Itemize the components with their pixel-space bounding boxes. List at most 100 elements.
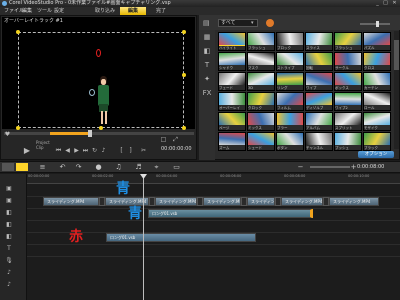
video-track-icon[interactable]: ▣ [4,185,14,193]
previous-frame-icon[interactable]: ◀ [64,147,71,154]
resize-handle[interactable] [182,126,186,130]
media-icon[interactable]: ▦ [202,32,212,42]
library-thumbnail[interactable]: ズーム [218,132,246,151]
music-track-icon[interactable]: ♪ [4,269,14,277]
undo-icon[interactable]: ↶ [58,163,67,171]
home-icon[interactable]: ⏮ [55,147,62,154]
title-track-icon[interactable]: T [4,245,14,253]
video-clip[interactable]: スライディング.MP4 [329,197,379,206]
library-thumbnail[interactable]: ミックス [247,112,275,131]
play-button[interactable]: ▶ [22,147,32,155]
video-track-icon[interactable]: ▣ [4,197,14,205]
menu-tools[interactable]: ツール [37,7,52,15]
library-thumbnail[interactable]: シャドウ [218,52,246,71]
mark-out-icon[interactable]: ] [127,147,134,154]
title-icon[interactable]: T [202,60,212,70]
repeat-icon[interactable]: ↻ [91,147,98,154]
video-clip[interactable]: スライディング.MP4 [203,197,241,206]
end-icon[interactable]: ⏭ [82,147,89,154]
library-thumbnail[interactable]: フラッシュ [334,32,362,51]
library-thumbnail[interactable]: ワイプ2 [334,92,362,111]
tracks-icon[interactable]: ≡ [38,163,47,171]
library-thumbnail[interactable]: ボタン [276,132,304,151]
library-thumbnail[interactable]: チャンネル [305,132,333,151]
thumbnail-size-slider[interactable] [360,23,390,25]
library-thumbnail[interactable]: ページ [218,112,246,131]
menu-file[interactable]: ファイル [4,7,24,15]
clip-trim-marker[interactable] [312,209,313,218]
library-thumbnail[interactable]: 回転 [305,52,333,71]
overlay-track-icon[interactable]: ◧ [4,209,14,217]
voice-track-icon[interactable]: 🎙 [4,257,14,265]
library-thumbnail[interactable]: カーテン [363,72,391,91]
library-thumbnail[interactable]: ストライプ [276,52,304,71]
library-thumbnail[interactable]: ボックス [334,72,362,91]
motion-tracking-icon[interactable]: ⌖ [152,163,161,171]
library-thumbnail[interactable]: ディゾルブ [305,92,333,111]
library-thumbnail[interactable]: 3D [247,72,275,91]
filter-icon[interactable]: FX [202,88,212,98]
mark-in-icon[interactable]: [ [118,147,125,154]
instant-project-icon[interactable]: ◧ [202,46,212,56]
overlay-clip[interactable]: ロング01.vsb [148,209,312,218]
video-clip[interactable]: スライディング.MP4 [247,197,275,206]
menu-settings[interactable]: 設定 [54,7,64,15]
timeline-zoom-slider[interactable] [310,166,350,168]
library-thumbnail[interactable]: サークル [334,52,362,71]
enlarge-icon[interactable]: □ [160,136,167,143]
resize-handle[interactable] [16,126,20,130]
tab-capture[interactable]: 取り込み [92,7,118,15]
redo-icon[interactable]: ↷ [74,163,83,171]
options-button[interactable]: オプション [358,151,394,158]
zoom-out-icon[interactable]: − [296,163,305,171]
menu-edit[interactable]: 編集 [22,7,32,15]
library-thumbnail[interactable]: ワイプ [305,72,333,91]
tab-share[interactable]: 完了 [148,7,174,15]
timecode-display[interactable]: 00:00:00:00 [161,146,192,152]
volume-icon[interactable]: ♪ [100,147,107,154]
library-thumbnail[interactable]: オーバーレイ [218,92,246,111]
clip-mode-label[interactable]: Clip [36,145,44,150]
library-thumbnail[interactable]: クロス [363,52,391,71]
overlay-track-icon[interactable]: ◧ [4,221,14,229]
close-button[interactable]: ✕ [391,1,398,6]
fullscreen-icon[interactable]: ⤢ [172,136,179,143]
maximize-button[interactable]: □ [382,1,389,6]
folder-icon[interactable]: ▤ [203,19,213,27]
resize-handle[interactable] [99,126,103,130]
library-thumbnail[interactable]: アルバム [305,112,333,131]
scrub-bar[interactable] [4,132,194,135]
library-thumbnail[interactable]: マスク [247,52,275,71]
heart-icon[interactable]: ♥ [4,131,11,138]
tab-edit[interactable]: 編集 [120,7,146,15]
music-track-icon[interactable]: ♪ [4,281,14,289]
library-thumbnail[interactable]: ブロック [276,32,304,51]
chevron-down-icon[interactable]: ▾ [251,19,254,27]
scrollbar-thumb[interactable] [394,40,399,70]
library-thumbnail[interactable]: ブラー [276,112,304,131]
video-clip[interactable]: スライディング.MP4 [43,197,99,206]
library-thumbnail[interactable]: フラッシュ [247,32,275,51]
add-icon[interactable] [266,19,274,27]
library-thumbnail[interactable]: ロール [363,92,391,111]
resize-handle[interactable] [182,73,186,77]
record-icon[interactable]: ● [94,163,103,171]
graphic-icon[interactable]: ✦ [202,74,212,84]
library-thumbnail[interactable]: スライス [305,32,333,51]
next-frame-icon[interactable]: ▶ [73,147,80,154]
playhead-line[interactable] [143,174,144,300]
library-thumbnail[interactable]: フェード [218,72,246,91]
library-thumbnail[interactable]: プッシュ [334,132,362,151]
storyboard-view-button[interactable] [16,163,28,171]
scrub-thumb[interactable] [88,130,92,137]
library-thumbnail[interactable]: ブラック [363,132,391,151]
split-clip-icon[interactable]: ✂ [140,147,147,154]
library-thumbnail[interactable]: クロック [247,92,275,111]
library-thumbnail[interactable]: ハイライト [218,32,246,51]
video-clip[interactable]: スライディング.MP4 [155,197,197,206]
library-thumbnail[interactable]: フィルム [276,92,304,111]
subtitle-icon[interactable]: ▭ [172,163,181,171]
library-thumbnail[interactable]: スプリット [334,112,362,131]
auto-music-icon[interactable]: ♬ [134,163,143,171]
resize-handle[interactable] [16,30,20,34]
